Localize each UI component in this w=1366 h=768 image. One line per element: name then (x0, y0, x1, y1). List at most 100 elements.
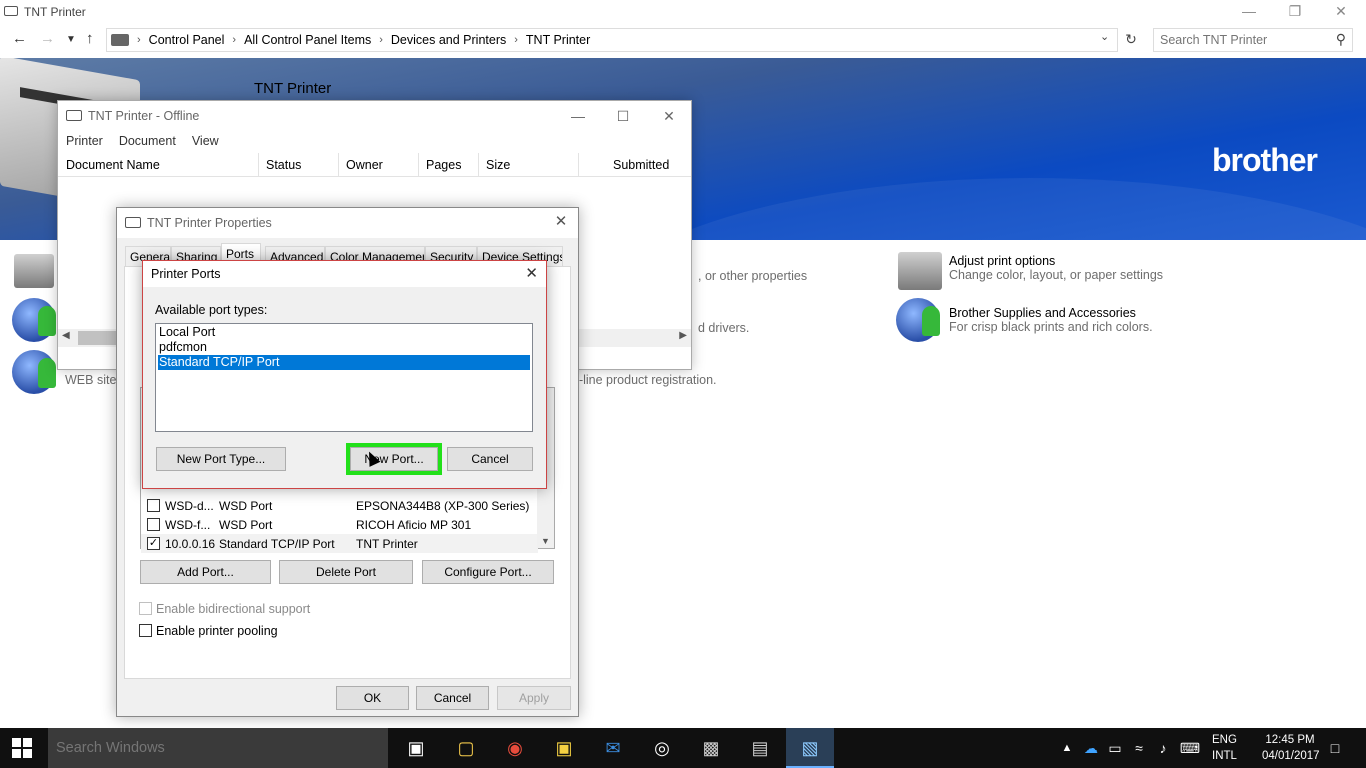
print-options-icon[interactable] (898, 252, 942, 290)
devices-printers-icon[interactable]: ▧ (786, 728, 834, 768)
new-port-button[interactable]: New Port... (346, 443, 442, 475)
col-status[interactable]: Status (266, 158, 301, 172)
sticky-notes-icon[interactable]: ▣ (540, 728, 588, 768)
media-app-icon[interactable]: ◎ (638, 728, 686, 768)
chevron-right-icon[interactable]: › (379, 34, 383, 46)
queue-title: TNT Printer - Offline (88, 109, 200, 123)
keyboard-icon[interactable]: ⌨ (1176, 728, 1204, 768)
table-row[interactable]: WSD-f... WSD Port RICOH Aficio MP 301 (141, 515, 538, 534)
scroll-right-icon[interactable]: ▶ (679, 330, 687, 341)
outlook-icon[interactable]: ✉ (589, 728, 637, 768)
col-pages[interactable]: Pages (426, 158, 461, 172)
minimize-button[interactable]: — (558, 105, 598, 127)
col-divider[interactable] (478, 153, 479, 177)
bidirectional-checkbox[interactable]: Enable bidirectional support (139, 602, 310, 616)
task-registration[interactable]: n-line product registration. (572, 373, 717, 387)
col-divider[interactable] (258, 153, 259, 177)
port-types-list[interactable]: Local Port pdfcmon Standard TCP/IP Port (155, 323, 533, 432)
chevron-right-icon[interactable]: › (514, 34, 518, 46)
list-item[interactable]: Local Port (158, 325, 530, 340)
menu-view[interactable]: View (184, 131, 227, 151)
language-indicator[interactable]: ENG INTL (1212, 732, 1237, 764)
search-icon[interactable]: ⚲ (1336, 31, 1346, 48)
close-icon[interactable]: ✕ (550, 212, 572, 230)
task-title[interactable]: Brother Supplies and Accessories (949, 306, 1153, 320)
control-panel-icon[interactable]: ▩ (687, 728, 735, 768)
list-item[interactable]: pdfcmon (158, 340, 530, 355)
col-divider[interactable] (338, 153, 339, 177)
delete-port-button[interactable]: Delete Port (279, 560, 413, 584)
apply-button[interactable]: Apply (497, 686, 571, 710)
task-adjust-print-options[interactable]: Adjust print options Change color, layou… (949, 254, 1163, 282)
printer-icon[interactable] (14, 254, 54, 288)
minimize-button[interactable]: — (1226, 0, 1272, 24)
port-checkbox[interactable] (147, 499, 160, 512)
col-size[interactable]: Size (486, 158, 510, 172)
cancel-button[interactable]: Cancel (416, 686, 489, 710)
port-printer: EPSONA344B8 (XP-300 Series) (356, 499, 530, 513)
task-properties[interactable]: , or other properties (698, 269, 807, 283)
taskbar-search-input[interactable] (48, 728, 368, 768)
clock[interactable]: 12:45 PM 04/01/2017 (1262, 732, 1320, 764)
col-divider[interactable] (418, 153, 419, 177)
breadcrumb-devices[interactable]: Devices and Printers (391, 33, 506, 47)
file-explorer-icon[interactable]: ▢ (442, 728, 490, 768)
back-arrow-icon[interactable]: ← (12, 30, 27, 47)
maximize-button[interactable]: ☐ (603, 105, 643, 127)
forward-arrow-icon[interactable]: → (40, 30, 55, 47)
breadcrumb-all-items[interactable]: All Control Panel Items (244, 33, 371, 47)
scroll-down-icon[interactable]: ▼ (537, 536, 554, 546)
task-drivers[interactable]: d drivers. (698, 321, 749, 335)
task-text: n-line product registration. (572, 373, 717, 387)
task-view-icon[interactable]: ▣ (392, 728, 440, 768)
battery-icon[interactable]: ▭ (1104, 728, 1126, 768)
col-divider[interactable] (578, 153, 579, 177)
refresh-icon[interactable]: ↻ (1122, 28, 1140, 52)
col-document-name[interactable]: Document Name (66, 158, 160, 172)
recent-chevron-icon[interactable]: ▼ (66, 34, 76, 45)
search-input[interactable] (1154, 29, 1324, 51)
up-arrow-icon[interactable]: ↑ (86, 30, 94, 47)
start-windows-icon[interactable] (12, 738, 32, 758)
menu-document[interactable]: Document (111, 131, 184, 151)
breadcrumb-current[interactable]: TNT Printer (526, 33, 590, 47)
task-web-site[interactable]: WEB site f (65, 373, 123, 387)
notifications-icon[interactable]: □ (1320, 728, 1350, 768)
configure-port-button[interactable]: Configure Port... (422, 560, 554, 584)
search-box[interactable]: ⚲ (1153, 28, 1353, 52)
new-port-type-button[interactable]: New Port Type... (156, 447, 286, 471)
port-checkbox-checked[interactable]: ✓ (147, 537, 160, 550)
checkbox-box[interactable] (139, 624, 152, 637)
chevron-up-icon[interactable]: ▲ (1058, 728, 1076, 768)
checkbox-box[interactable] (139, 602, 152, 615)
table-row[interactable]: ✓ 10.0.0.16 Standard TCP/IP Port TNT Pri… (141, 534, 538, 553)
printer-icon[interactable]: ▤ (736, 728, 784, 768)
chrome-icon[interactable]: ◉ (491, 728, 539, 768)
scroll-left-icon[interactable]: ◀ (62, 330, 70, 341)
table-row[interactable]: WSD-d... WSD Port EPSONA344B8 (XP-300 Se… (141, 496, 538, 515)
task-supplies[interactable]: Brother Supplies and Accessories For cri… (949, 306, 1153, 334)
restore-button[interactable]: ❐ (1272, 0, 1318, 24)
list-item-selected[interactable]: Standard TCP/IP Port (158, 355, 530, 370)
network-icon[interactable]: ≈ (1128, 728, 1150, 768)
pooling-checkbox[interactable]: Enable printer pooling (139, 624, 278, 638)
task-title[interactable]: Adjust print options (949, 254, 1163, 268)
col-submitted[interactable]: Submitted (613, 158, 669, 172)
close-icon[interactable]: ✕ (525, 264, 538, 282)
port-checkbox[interactable] (147, 518, 160, 531)
add-port-button[interactable]: Add Port... (140, 560, 271, 584)
chevron-right-icon[interactable]: › (137, 34, 141, 46)
cancel-button[interactable]: Cancel (447, 447, 533, 471)
address-box[interactable]: › Control Panel › All Control Panel Item… (106, 28, 1118, 52)
ok-button[interactable]: OK (336, 686, 409, 710)
close-button[interactable]: ✕ (1318, 0, 1364, 24)
volume-icon[interactable]: ♪ (1152, 728, 1174, 768)
onedrive-icon[interactable]: ☁ (1080, 728, 1102, 768)
close-button[interactable]: ✕ (649, 105, 689, 127)
address-dropdown-icon[interactable]: ⌄ (1100, 30, 1109, 43)
chevron-right-icon[interactable]: › (232, 34, 236, 46)
col-owner[interactable]: Owner (346, 158, 383, 172)
breadcrumb-control-panel[interactable]: Control Panel (149, 33, 225, 47)
taskbar-search[interactable] (48, 728, 388, 768)
menu-printer[interactable]: Printer (58, 131, 111, 151)
